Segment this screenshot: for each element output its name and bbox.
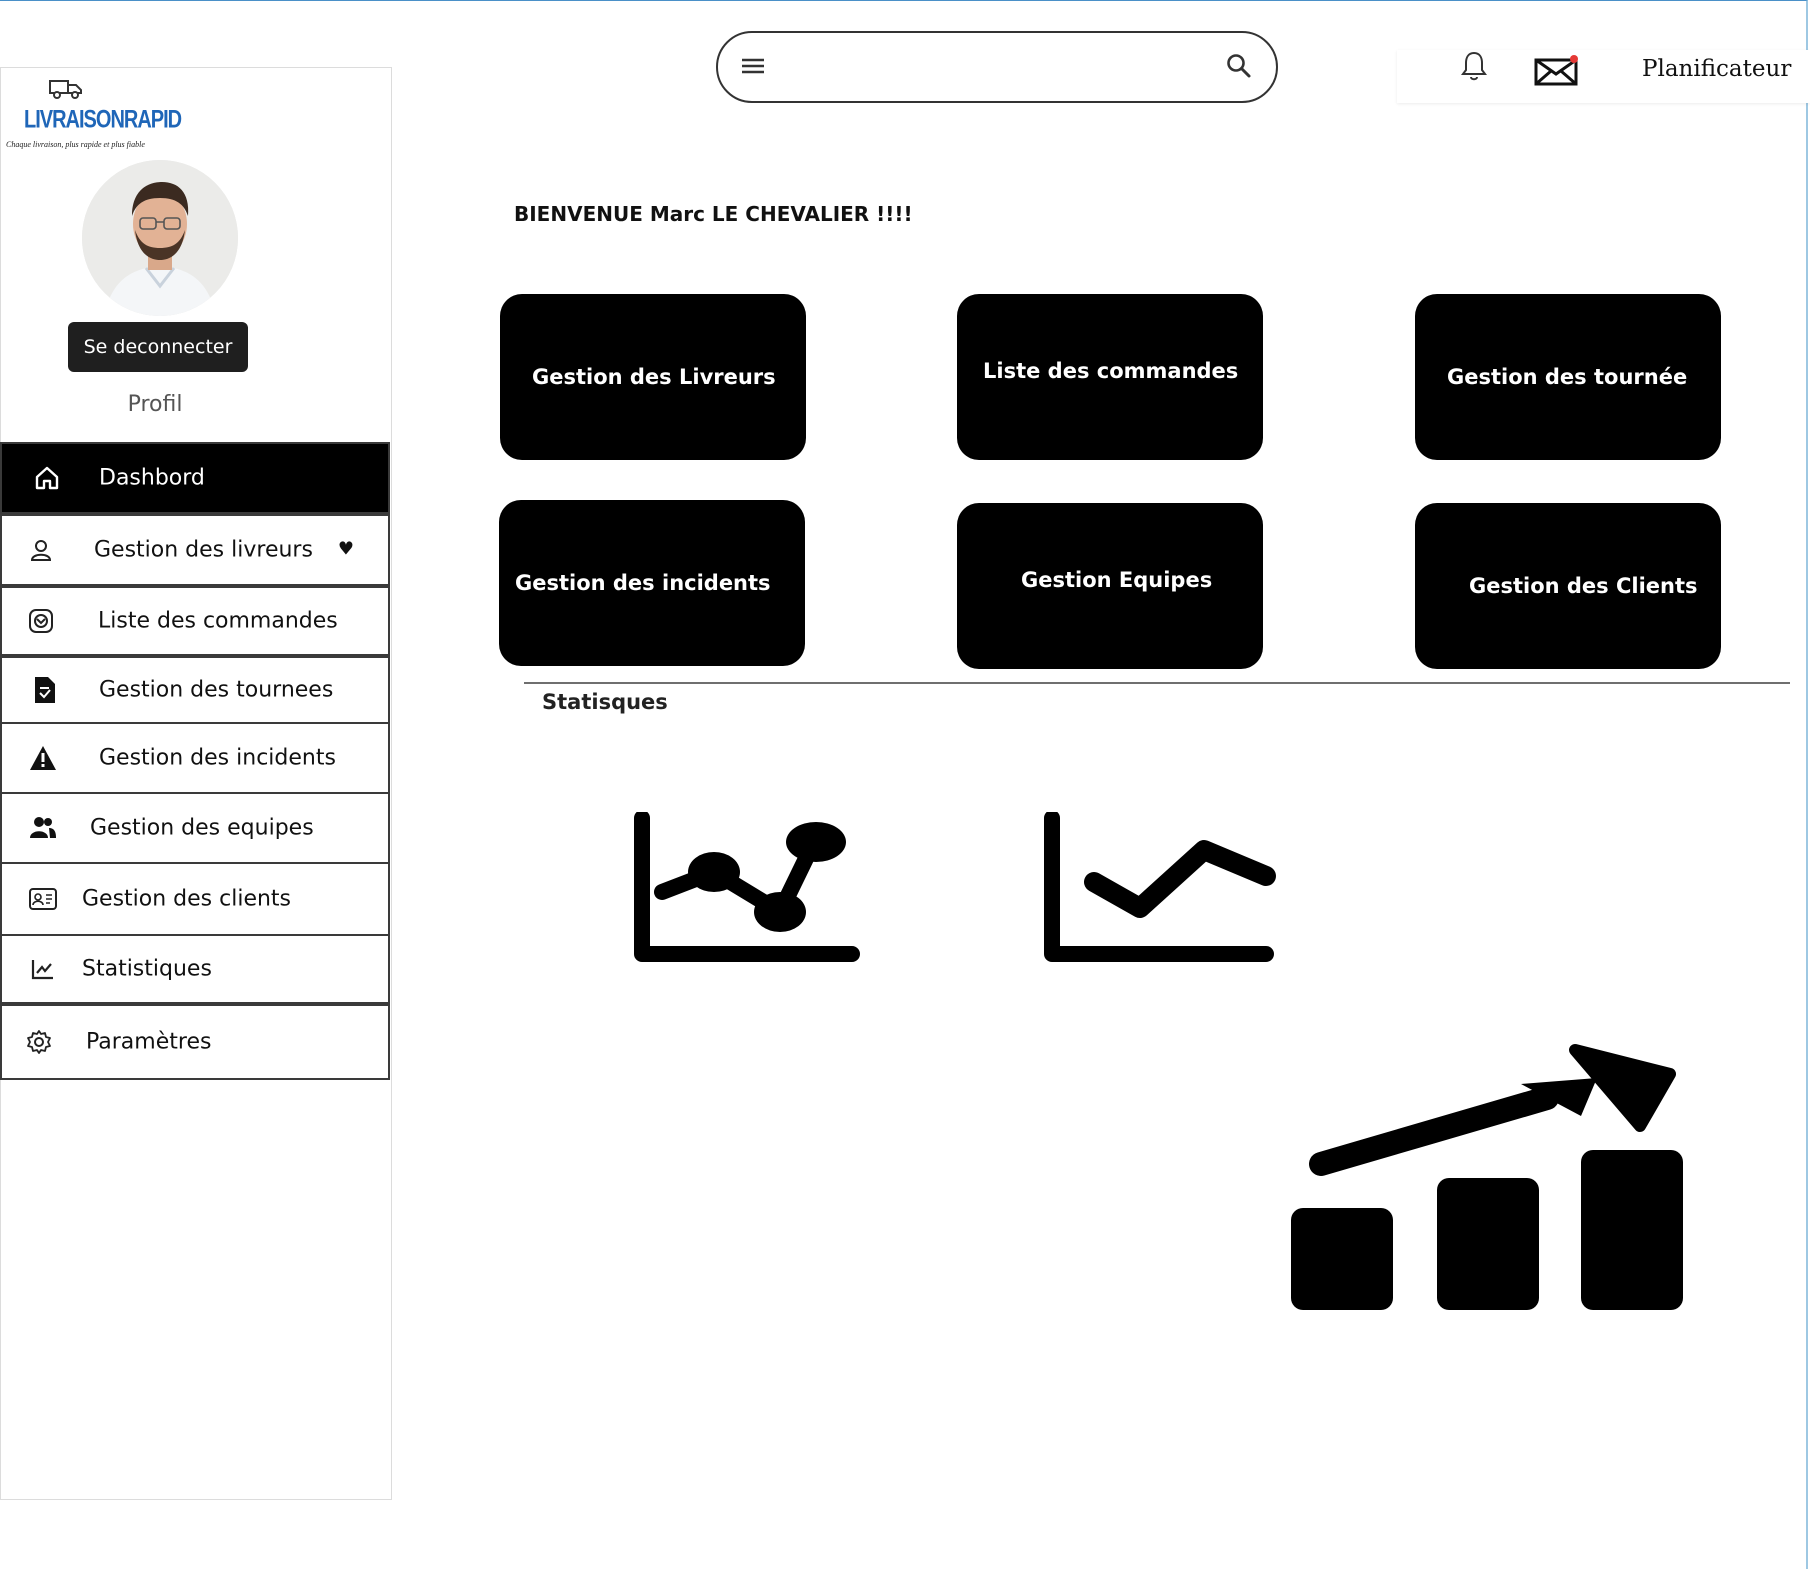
sidebar-item-label: Gestion des tournees [99,677,334,703]
card-gestion-tournee[interactable]: Gestion des tournée [1415,294,1721,460]
stats-title: Statisques [542,690,668,714]
gear-icon [24,1027,54,1057]
sidebar-item-label: Statistiques [82,956,212,982]
user-toolbar: Planificateur [1397,50,1810,103]
sidebar-item-dashboard[interactable]: Dashbord [0,442,390,514]
growth-bar-chart-icon[interactable] [1285,1040,1685,1316]
line-chart-icon [28,954,58,984]
profile-link[interactable]: Profil [0,392,310,417]
sidebar-item-livreurs[interactable]: Gestion des livreurs ♥ [0,514,390,586]
warning-icon [28,743,58,773]
heart-icon[interactable]: ♥ [338,538,354,559]
truck-icon [49,80,82,99]
logo: LIVRAISONRAPID Chaque livraison, plus ra… [4,78,182,156]
search-bar[interactable] [716,31,1278,103]
card-gestion-incidents[interactable]: Gestion des incidents [499,500,805,666]
contact-card-icon [28,884,58,914]
logo-tagline: Chaque livraison, plus rapide et plus fi… [6,140,145,149]
avatar-image [82,160,238,316]
card-label: Gestion des Clients [1469,574,1698,598]
logout-button[interactable]: Se deconnecter [68,322,248,372]
sidebar-item-label: Paramètres [86,1029,212,1055]
search-input[interactable] [788,47,1192,89]
mail-icon[interactable] [1533,54,1581,86]
card-label: Gestion des tournée [1447,365,1688,389]
logo-text: LIVRAISONRAPID [24,106,182,134]
menu-icon[interactable] [740,53,766,79]
sidebar-item-equipes[interactable]: Gestion des equipes [0,792,390,864]
line-chart-points-icon[interactable] [632,812,862,962]
sidebar-item-label: Gestion des clients [82,886,292,912]
home-icon [32,463,62,493]
team-icon [28,813,58,843]
card-gestion-clients[interactable]: Gestion des Clients [1415,503,1721,669]
card-gestion-livreurs[interactable]: Gestion des Livreurs [500,294,806,460]
sidebar-item-label: Gestion des incidents [99,745,336,771]
box-icon [26,606,56,636]
bell-icon[interactable] [1460,50,1488,82]
sidebar-item-label: Liste des commandes [98,608,338,634]
user-icon [26,535,56,565]
sidebar-item-label: Gestion des livreurs [94,537,313,563]
route-document-icon [30,675,60,705]
avatar[interactable] [82,160,238,316]
card-label: Gestion des Livreurs [532,365,776,389]
card-label: Gestion Equipes [1021,568,1213,592]
card-label: Liste des commandes [983,359,1239,383]
search-icon[interactable] [1224,51,1254,81]
sidebar-item-label: Dashbord [99,465,205,491]
card-gestion-equipes[interactable]: Gestion Equipes [957,503,1263,669]
sidebar-item-commandes[interactable]: Liste des commandes [0,586,390,656]
sidebar-item-statistiques[interactable]: Statistiques [0,934,390,1004]
section-divider [524,682,1790,684]
sidebar-item-label: Gestion des equipes [90,815,314,841]
sidebar-item-parametres[interactable]: Paramètres [0,1004,390,1080]
user-role[interactable]: Planificateur [1642,56,1791,82]
sidebar-item-incidents[interactable]: Gestion des incidents [0,722,390,794]
card-label: Gestion des incidents [515,571,771,595]
sidebar-item-tournees[interactable]: Gestion des tournees [0,656,390,724]
line-chart-trend-icon[interactable] [1042,812,1282,962]
card-liste-commandes[interactable]: Liste des commandes [957,294,1263,460]
welcome-message: BIENVENUE Marc LE CHEVALIER !!!! [514,202,913,226]
sidebar-item-clients[interactable]: Gestion des clients [0,862,390,936]
